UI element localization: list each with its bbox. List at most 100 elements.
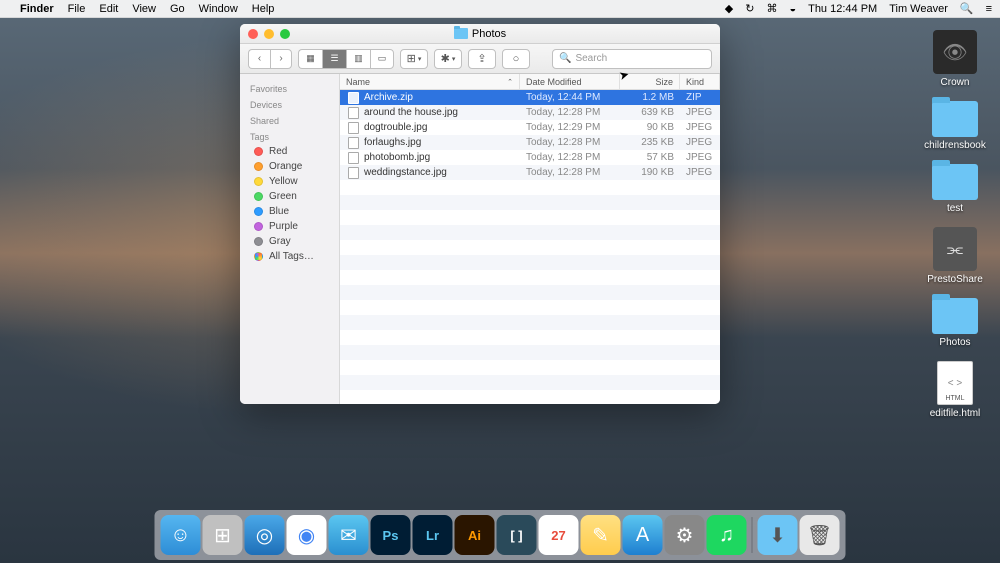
window-title: Photos [472,28,506,40]
dock-safari[interactable]: ◎ [245,515,285,555]
menu-view[interactable]: View [132,3,156,15]
view-icon-button[interactable]: ▦ [298,49,322,69]
menu-go[interactable]: Go [170,3,185,15]
sidebar-tag-blue[interactable]: Blue [240,204,339,219]
view-coverflow-button[interactable]: ▭ [370,49,394,69]
menu-edit[interactable]: Edit [99,3,118,15]
empty-row [340,195,720,210]
desktop-item-label: editfile.html [930,408,981,420]
sidebar-section-devices: Devices [240,96,339,112]
forward-button[interactable]: › [270,49,292,69]
dock-downloads[interactable]: ⬇ [758,515,798,555]
wifi-icon[interactable]: ◒ [789,3,796,15]
sidebar-all-tags[interactable]: All Tags… [240,249,339,264]
share-button[interactable]: ⇪ [468,49,496,69]
html-file-icon: HTML [937,361,973,405]
desktop-item-editfile.html[interactable]: HTML editfile.html [920,361,990,420]
menu-file[interactable]: File [68,3,86,15]
tags-button[interactable]: ○ [502,49,530,69]
action-button[interactable]: ✱ ▾ [434,49,462,69]
sidebar-tag-yellow[interactable]: Yellow [240,174,339,189]
tag-label: Green [269,191,297,202]
dock: ☺⊞◎◉✉PsLrAi[ ]27✎A⚙♫ ⬇🗑 [155,510,846,560]
dock-launchpad[interactable]: ⊞ [203,515,243,555]
window-titlebar[interactable]: Photos [240,24,720,44]
bluetooth-icon[interactable]: ⌘ [766,2,777,15]
user-name[interactable]: Tim Weaver [889,3,948,15]
file-row[interactable]: around the house.jpgToday, 12:28 PM639 K… [340,105,720,120]
search-placeholder: Search [575,53,607,64]
window-maximize-button[interactable] [280,29,290,39]
empty-row [340,240,720,255]
dock-settings[interactable]: ⚙ [665,515,705,555]
file-size: 190 KB [620,167,680,178]
app-menu[interactable]: Finder [20,3,54,15]
finder-window[interactable]: Photos ‹ › ▦ ☰ ▥ ▭ ⊞ ▾ ✱ ▾ ⇪ ○ 🔍 Search … [240,24,720,404]
dock-trash[interactable]: 🗑 [800,515,840,555]
file-list[interactable]: Archive.zipToday, 12:44 PM1.2 MBZIParoun… [340,90,720,404]
sidebar-tag-orange[interactable]: Orange [240,159,339,174]
arrange-button[interactable]: ⊞ ▾ [400,49,428,69]
dock-spotify[interactable]: ♫ [707,515,747,555]
dock-appstore[interactable]: A [623,515,663,555]
dropbox-icon[interactable]: ◆ [725,2,733,15]
sync-icon[interactable]: ↻ [745,2,754,15]
dock-calendar[interactable]: 27 [539,515,579,555]
dock-brackets[interactable]: [ ] [497,515,537,555]
file-kind: JPEG [680,122,720,133]
search-field[interactable]: 🔍 Search [552,49,712,69]
file-name: weddingstance.jpg [364,167,447,178]
dock-photoshop[interactable]: Ps [371,515,411,555]
back-button[interactable]: ‹ [248,49,270,69]
sidebar-section-favorites: Favorites [240,80,339,96]
menubar: Finder File Edit View Go Window Help ◆ ↻… [0,0,1000,18]
file-row[interactable]: forlaughs.jpgToday, 12:28 PM235 KBJPEG [340,135,720,150]
dock-chrome[interactable]: ◉ [287,515,327,555]
column-headers[interactable]: Name⌃ Date Modified Size Kind [340,74,720,90]
desktop-item-test[interactable]: test [920,164,990,215]
dock-notes[interactable]: ✎ [581,515,621,555]
column-name[interactable]: Name⌃ [340,74,520,89]
dock-mail[interactable]: ✉ [329,515,369,555]
empty-row [340,345,720,360]
file-row[interactable]: dogtrouble.jpgToday, 12:29 PM90 KBJPEG [340,120,720,135]
menu-window[interactable]: Window [199,3,238,15]
dock-lightroom[interactable]: Lr [413,515,453,555]
dock-finder[interactable]: ☺ [161,515,201,555]
empty-row [340,315,720,330]
view-list-button[interactable]: ☰ [322,49,346,69]
empty-row [340,375,720,390]
menu-help[interactable]: Help [252,3,275,15]
spotlight-icon[interactable]: 🔍 [960,2,974,15]
clock[interactable]: Thu 12:44 PM [808,3,877,15]
column-kind[interactable]: Kind [680,74,720,89]
desktop-item-crown[interactable]: 👁Crown [920,30,990,89]
finder-sidebar: Favorites Devices Shared Tags RedOrangeY… [240,74,340,404]
desktop-item-prestoshare[interactable]: ⫘PrestoShare [920,227,990,286]
notifications-icon[interactable]: ≡ [986,3,992,15]
column-modified[interactable]: Date Modified [520,74,620,89]
sidebar-tag-purple[interactable]: Purple [240,219,339,234]
tag-label: Yellow [269,176,298,187]
file-icon [348,137,359,149]
sidebar-tag-red[interactable]: Red [240,144,339,159]
file-row[interactable]: photobomb.jpgToday, 12:28 PM57 KBJPEG [340,150,720,165]
file-icon [348,122,359,134]
file-row[interactable]: Archive.zipToday, 12:44 PM1.2 MBZIP [340,90,720,105]
sidebar-tag-gray[interactable]: Gray [240,234,339,249]
file-icon [348,107,359,119]
empty-row [340,285,720,300]
file-kind: JPEG [680,137,720,148]
desktop-item-childrensbook[interactable]: childrensbook [920,101,990,152]
file-kind: JPEG [680,152,720,163]
desktop-item-photos[interactable]: Photos [920,298,990,349]
window-minimize-button[interactable] [264,29,274,39]
app-icon: 👁 [933,30,977,74]
window-close-button[interactable] [248,29,258,39]
view-column-button[interactable]: ▥ [346,49,370,69]
desktop-item-label: PrestoShare [927,274,983,286]
file-row[interactable]: weddingstance.jpgToday, 12:28 PM190 KBJP… [340,165,720,180]
tag-dot-icon [254,177,263,186]
dock-illustrator[interactable]: Ai [455,515,495,555]
sidebar-tag-green[interactable]: Green [240,189,339,204]
